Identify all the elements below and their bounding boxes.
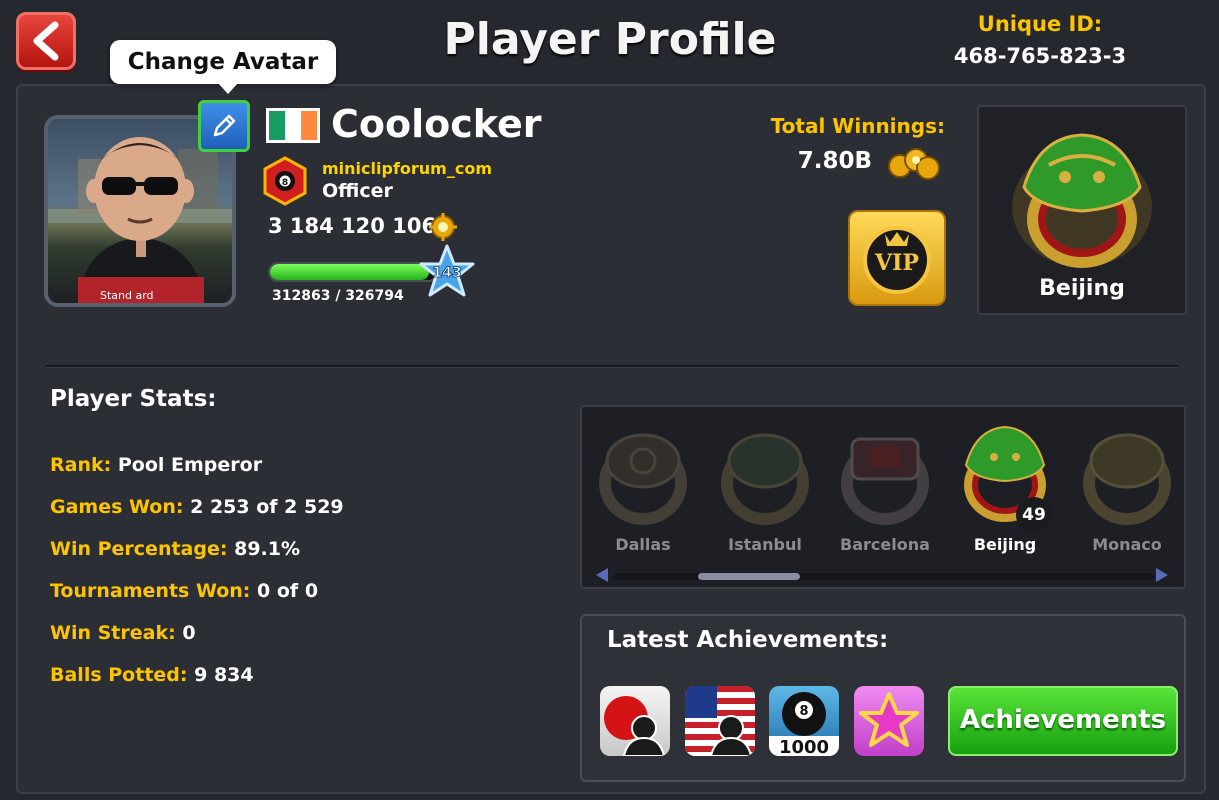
eight-ball-number: 8 xyxy=(799,704,808,719)
stat-value: 9 834 xyxy=(194,664,254,686)
pink-star-icon[interactable] xyxy=(854,686,924,756)
pencil-icon xyxy=(213,114,236,137)
latest-achievements-title: Latest Achievements: xyxy=(607,627,889,653)
ring-item-beijing[interactable]: 49 Beijing xyxy=(950,421,1060,561)
stat-win-streak: Win Streak: 0 xyxy=(50,622,196,644)
scroll-right-arrow-icon[interactable] xyxy=(1156,568,1168,582)
vip-text: VIP xyxy=(874,250,919,276)
total-winnings-value: 7.80B xyxy=(797,148,872,174)
stat-value: 0 xyxy=(182,622,196,644)
unique-id-label: Unique ID: xyxy=(977,12,1103,36)
carousel-scrollbar-thumb[interactable] xyxy=(698,573,800,580)
change-avatar-tooltip: Change Avatar xyxy=(110,40,336,94)
ring-name: Beijing xyxy=(973,535,1037,554)
coins-value: 3 184 120 106 xyxy=(268,214,437,238)
ring-count-badge: 49 xyxy=(1016,497,1052,533)
club-name[interactable]: miniclipforum_com xyxy=(322,159,492,178)
vip-icon: VIP xyxy=(863,226,931,294)
stat-value: 89.1% xyxy=(234,538,301,560)
stat-games-won: Games Won: 2 253 of 2 529 xyxy=(50,496,344,518)
monaco-ring-icon xyxy=(1083,433,1171,525)
scroll-left-arrow-icon[interactable] xyxy=(596,568,608,582)
stat-balls-potted: Balls Potted: 9 834 xyxy=(50,664,254,686)
eight-ball-1000-icon[interactable]: 8 1000 xyxy=(769,686,839,756)
usa-player-icon[interactable] xyxy=(685,686,755,756)
coin-stack-icon xyxy=(888,148,940,180)
xp-progress-fill xyxy=(270,264,429,280)
ring-item-dallas[interactable]: Dallas xyxy=(588,421,698,561)
flag-stripe-orange xyxy=(301,111,317,140)
flag-stripe-green xyxy=(269,111,285,140)
flag-stripe-white xyxy=(285,111,301,140)
carousel-scrollbar-track[interactable] xyxy=(614,573,1154,580)
coin-icon xyxy=(429,213,457,241)
eight-ball-graphic: 8 1000 xyxy=(769,692,839,756)
back-arrow-icon xyxy=(33,21,59,61)
pink-star-graphic xyxy=(859,692,919,747)
stat-label: Tournaments Won: xyxy=(50,580,251,602)
club-badge-number: 8 xyxy=(282,178,288,188)
ring-name: Monaco xyxy=(1092,535,1162,554)
usa-player-graphic xyxy=(685,686,755,756)
stat-value: 2 253 of 2 529 xyxy=(190,496,344,518)
level-star-icon: 143 xyxy=(419,244,475,297)
player-stats-title: Player Stats: xyxy=(50,386,217,412)
stat-label: Balls Potted: xyxy=(50,664,188,686)
level-number: 143 xyxy=(432,265,461,281)
stat-label: Rank: xyxy=(50,454,112,476)
barcelona-ring-icon xyxy=(841,437,929,525)
stat-value: 0 of 0 xyxy=(257,580,319,602)
xp-text: 312863 / 326794 xyxy=(272,288,404,304)
total-winnings-label: Total Winnings: xyxy=(770,114,945,138)
ring-item-monaco[interactable]: Monaco xyxy=(1072,421,1182,561)
stat-tournaments-won: Tournaments Won: 0 of 0 xyxy=(50,580,318,602)
club-badge-icon[interactable]: 8 xyxy=(262,156,308,206)
dallas-ring-icon xyxy=(599,433,687,525)
club-role: Officer xyxy=(322,180,393,202)
vip-badge[interactable]: VIP xyxy=(848,210,946,306)
page-title: Player Profile xyxy=(443,14,777,65)
section-divider xyxy=(46,365,1178,368)
japan-player-icon[interactable] xyxy=(600,686,670,756)
beijing-ring-icon xyxy=(1012,133,1152,268)
rings-carousel[interactable]: Dallas Istanbul Barcelona 49 Beijing Mon… xyxy=(580,405,1186,589)
stat-label: Win Percentage: xyxy=(50,538,228,560)
achievements-button[interactable]: Achievements xyxy=(948,686,1178,756)
stat-win-percentage: Win Percentage: 89.1% xyxy=(50,538,300,560)
player-name: Coolocker xyxy=(331,102,542,146)
featured-ring-label: Beijing xyxy=(1039,276,1125,301)
japan-player-graphic xyxy=(604,696,666,756)
ring-item-barcelona[interactable]: Barcelona xyxy=(830,421,940,561)
stat-label: Games Won: xyxy=(50,496,184,518)
ireland-flag-icon xyxy=(266,108,320,143)
ring-name: Barcelona xyxy=(840,535,930,554)
eight-ball-count: 1000 xyxy=(779,737,829,756)
istanbul-ring-icon xyxy=(721,433,809,525)
stat-label: Win Streak: xyxy=(50,622,176,644)
edit-avatar-button[interactable] xyxy=(198,100,250,152)
back-button[interactable] xyxy=(16,12,76,70)
stat-rank: Rank: Pool Emperor xyxy=(50,454,262,476)
ring-name: Dallas xyxy=(615,535,671,554)
ring-item-istanbul[interactable]: Istanbul xyxy=(710,421,820,561)
unique-id-value: 468-765-823-3 xyxy=(953,44,1127,68)
svg-text:Stand ard: Stand ard xyxy=(100,289,154,302)
ring-name: Istanbul xyxy=(728,535,802,554)
stat-value: Pool Emperor xyxy=(117,454,263,476)
xp-progress-bar xyxy=(268,262,438,282)
